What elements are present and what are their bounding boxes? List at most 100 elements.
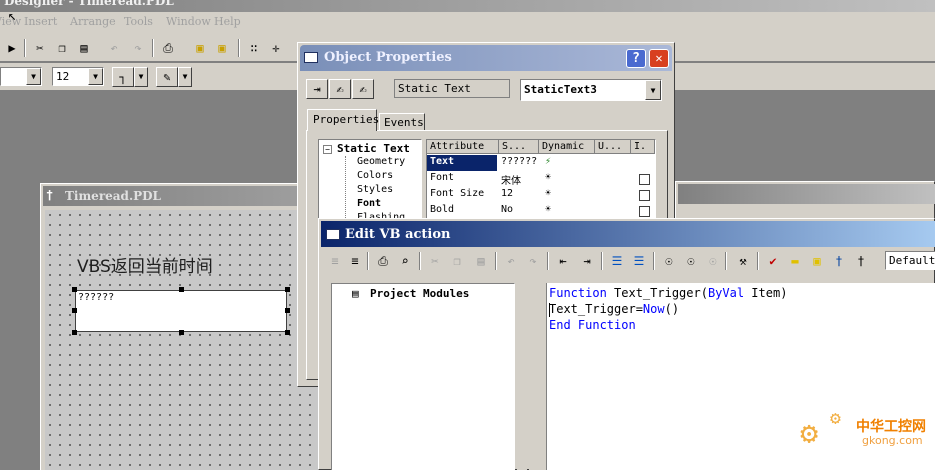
copy-icon[interactable]: ❐: [52, 38, 72, 58]
static-text-value: ??????: [78, 292, 115, 303]
folder-icon[interactable]: ▬: [785, 251, 805, 271]
app-title: Designer - Timeread.PDL: [4, 0, 174, 8]
pin-button[interactable]: ⇥: [306, 79, 328, 99]
picker2-button[interactable]: ✍: [352, 79, 374, 99]
find-icon[interactable]: ☉: [659, 251, 679, 271]
table-row[interactable]: Bold No ☀: [427, 203, 655, 219]
picker-button[interactable]: ✍: [329, 79, 351, 99]
font-combo[interactable]: Default: [885, 251, 935, 270]
bulb-icon[interactable]: ☀: [545, 188, 555, 200]
indirect-checkbox[interactable]: [639, 174, 650, 185]
object-name-combo[interactable]: StaticText3 ▼: [520, 79, 662, 101]
close-button[interactable]: ✕: [649, 49, 669, 68]
project-modules-tree[interactable]: ▤ Project Modules: [331, 283, 515, 470]
object-properties-title-bar[interactable]: Object Properties ? ✕: [300, 45, 672, 71]
uncomment-icon[interactable]: ☰: [629, 251, 649, 271]
selection-handle[interactable]: [72, 287, 77, 292]
outdent-icon[interactable]: ≡: [325, 251, 345, 271]
selection-handle[interactable]: [285, 308, 290, 313]
static-text-object[interactable]: ??????: [75, 290, 287, 332]
splitter[interactable]: [517, 283, 527, 470]
lightning-icon[interactable]: ⚡: [545, 156, 555, 168]
tree-item-font[interactable]: Font: [357, 198, 381, 209]
copy-icon[interactable]: ❐: [447, 251, 467, 271]
print-icon[interactable]: ⎙: [158, 38, 178, 58]
indirect-checkbox[interactable]: [639, 190, 650, 201]
grid-icon[interactable]: ∷: [244, 38, 264, 58]
snap-icon[interactable]: ✛: [266, 38, 286, 58]
gear-icon: ⚙: [800, 416, 819, 451]
undo-icon[interactable]: ↶: [501, 251, 521, 271]
chevron-down-icon[interactable]: ▼: [645, 80, 661, 100]
cut-icon[interactable]: ✂: [425, 251, 445, 271]
selection-handle[interactable]: [72, 330, 77, 335]
tab-events[interactable]: Events: [379, 113, 425, 131]
line-style-button[interactable]: ┐: [112, 67, 134, 87]
project-modules-label[interactable]: Project Modules: [370, 287, 469, 300]
cubes-icon[interactable]: ▣: [212, 38, 232, 58]
close-icon: ✕: [655, 51, 663, 65]
fill-dropdown[interactable]: ▼: [178, 67, 192, 87]
chevron-down-icon[interactable]: ▼: [88, 68, 103, 85]
redo-icon[interactable]: ↷: [128, 38, 148, 58]
table-row[interactable]: Text ?????? ⚡: [427, 155, 655, 171]
find-next-icon[interactable]: ☉: [681, 251, 701, 271]
bulb-icon[interactable]: ☀: [545, 172, 555, 184]
indent-icon[interactable]: ≡: [345, 251, 365, 271]
fill-button[interactable]: ✎: [156, 67, 178, 87]
play-icon[interactable]: ▶: [2, 38, 22, 58]
col-attribute[interactable]: Attribute: [427, 140, 499, 154]
col-update[interactable]: U...: [595, 140, 631, 154]
menu-insert[interactable]: Insert: [24, 15, 57, 28]
selection-handle[interactable]: [285, 287, 290, 292]
code-line-2: Text_Trigger=Now(): [549, 302, 679, 316]
line-style-dropdown[interactable]: ▼: [134, 67, 148, 87]
replace-icon[interactable]: ☉: [703, 251, 723, 271]
tools-icon[interactable]: ⚒: [733, 251, 753, 271]
col-indirect[interactable]: I.: [631, 140, 655, 154]
print-icon[interactable]: ⎙: [373, 251, 393, 271]
redo-icon[interactable]: ↷: [523, 251, 543, 271]
col-static[interactable]: S...: [499, 140, 539, 154]
background-window-title-bar[interactable]: [678, 184, 935, 204]
indirect-checkbox[interactable]: [639, 206, 650, 217]
comment-icon[interactable]: ☰: [607, 251, 627, 271]
toolbar-separator: [152, 39, 154, 57]
menu-help[interactable]: Help: [214, 15, 241, 28]
tree-item-styles[interactable]: Styles: [357, 184, 393, 195]
tree-root[interactable]: Static Text: [337, 142, 410, 155]
pin-icon[interactable]: †: [851, 251, 871, 271]
selection-handle[interactable]: [285, 330, 290, 335]
print-preview-icon[interactable]: ⌕: [395, 251, 415, 271]
table-row[interactable]: Font 宋体 ☀: [427, 171, 655, 187]
col-dynamic[interactable]: Dynamic: [539, 140, 595, 154]
selection-handle[interactable]: [179, 330, 184, 335]
block-outdent-icon[interactable]: ⇥: [577, 251, 597, 271]
tag-icon[interactable]: †: [829, 251, 849, 271]
font-name-combo[interactable]: ▼: [0, 67, 42, 86]
menu-tools[interactable]: Tools: [124, 15, 153, 28]
collapse-icon[interactable]: −: [323, 145, 332, 154]
menu-arrange[interactable]: Arrange: [70, 15, 116, 28]
folder-add-icon[interactable]: ▣: [807, 251, 827, 271]
paste-icon[interactable]: ▤: [471, 251, 491, 271]
help-button[interactable]: ?: [626, 49, 646, 68]
vbs-label[interactable]: VBS返回当前时间: [77, 252, 213, 277]
paste-icon[interactable]: ▤: [74, 38, 94, 58]
font-size-combo[interactable]: 12 ▼: [52, 67, 104, 86]
bulb-icon[interactable]: ☀: [545, 204, 555, 216]
cut-icon[interactable]: ✂: [30, 38, 50, 58]
edit-vb-title-bar[interactable]: Edit VB action: [321, 221, 935, 247]
selection-handle[interactable]: [72, 308, 77, 313]
table-row[interactable]: Font Size 12 ☀: [427, 187, 655, 203]
menu-window[interactable]: Window: [166, 15, 211, 28]
tree-item-geometry[interactable]: Geometry: [357, 156, 405, 167]
undo-icon[interactable]: ↶: [104, 38, 124, 58]
tab-properties[interactable]: Properties: [307, 109, 379, 131]
block-indent-icon[interactable]: ⇤: [553, 251, 573, 271]
chevron-down-icon[interactable]: ▼: [26, 68, 41, 85]
selection-handle[interactable]: [179, 287, 184, 292]
check-syntax-icon[interactable]: ✔: [763, 251, 783, 271]
cube-icon[interactable]: ▣: [190, 38, 210, 58]
tree-item-colors[interactable]: Colors: [357, 170, 393, 181]
